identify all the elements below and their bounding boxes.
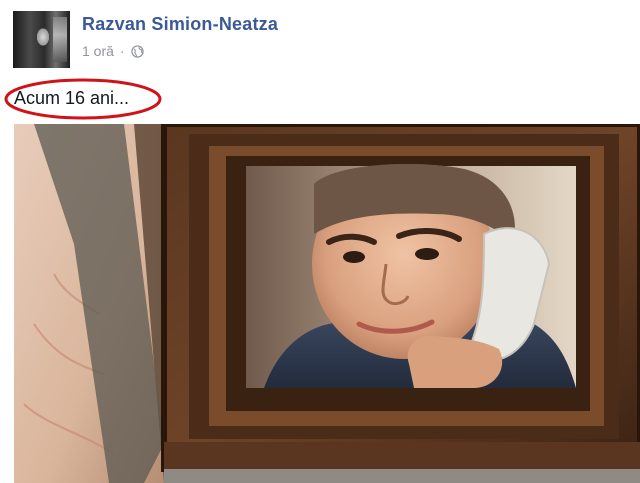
meta-separator: · bbox=[119, 43, 125, 59]
post-status-text: Acum 16 ani... bbox=[14, 88, 130, 108]
post-photo[interactable] bbox=[14, 124, 640, 483]
globe-icon[interactable] bbox=[130, 44, 144, 58]
avatar[interactable] bbox=[13, 11, 70, 68]
author-name[interactable]: Razvan Simion-Neatza bbox=[82, 14, 278, 35]
facebook-post: Razvan Simion-Neatza 1 oră · Acum 16 ani… bbox=[0, 0, 640, 483]
post-meta: 1 oră · bbox=[82, 43, 144, 59]
post-timestamp[interactable]: 1 oră bbox=[82, 43, 114, 59]
